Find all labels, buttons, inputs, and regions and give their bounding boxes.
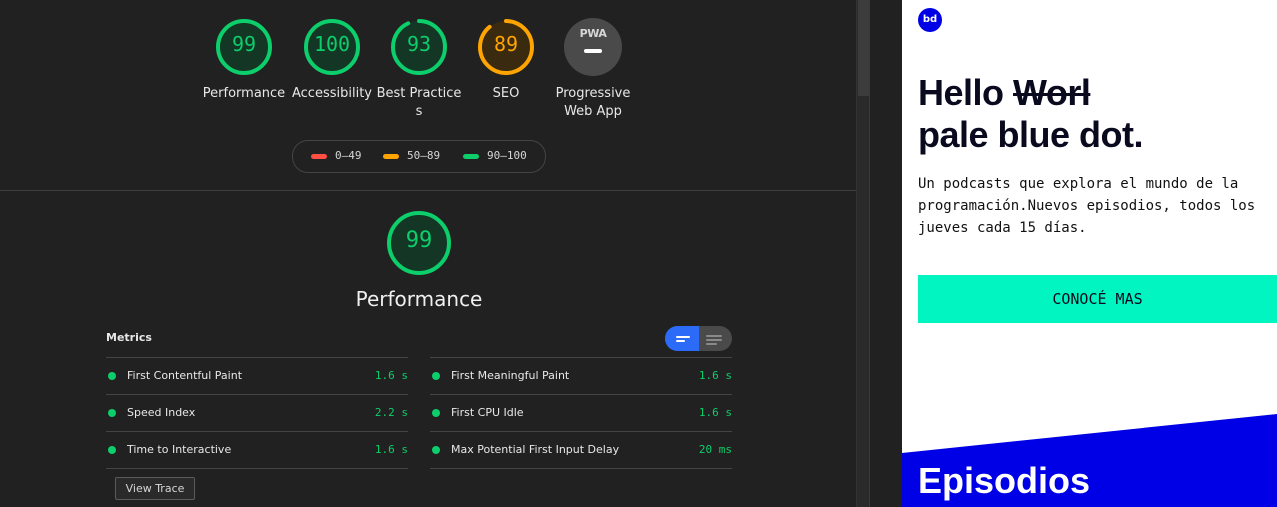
gauge-label: Accessibility — [292, 86, 372, 101]
pwa-icon: PWA — [564, 18, 622, 76]
metrics-column-right: First Meaningful Paint 1.6 s First CPU Id… — [430, 357, 732, 469]
gauge-ring: 93 — [390, 18, 448, 76]
gauge-pwa[interactable]: PWA Progressive Web App — [549, 18, 637, 121]
legend-range: 90–100 — [487, 149, 527, 162]
legend-swatch — [383, 153, 399, 159]
gauge-seo[interactable]: 89 SEO — [462, 18, 550, 103]
episodes-background — [902, 414, 1277, 507]
pwa-badge-text: PWA — [579, 27, 607, 40]
metrics-heading: Metrics — [106, 331, 152, 344]
gauge-score: 100 — [313, 32, 351, 56]
gauge-ring: 99 — [215, 18, 273, 76]
legend-swatch — [463, 153, 479, 159]
performance-gauge: 99 — [386, 210, 452, 276]
legend-range: 0–49 — [335, 149, 362, 162]
view-trace-button[interactable]: View Trace — [115, 477, 195, 500]
gauge-score: 99 — [231, 32, 257, 56]
site-preview: bd Hello Worl pale blue dot. Un podcasts… — [902, 0, 1277, 507]
pass-dot-icon — [108, 372, 116, 380]
legend-range: 50–89 — [407, 149, 441, 162]
metric-time-to-interactive: Time to Interactive 1.6 s — [106, 431, 408, 468]
metrics-column-left: First Contentful Paint 1.6 s Speed Index 2… — [106, 357, 408, 469]
metric-name: Max Potential First Input Delay — [451, 443, 620, 456]
metric-value: 1.6 s — [698, 369, 732, 382]
panel-divider[interactable] — [869, 0, 903, 507]
compact-view-icon — [676, 336, 690, 338]
metric-max-potential-fid: Max Potential First Input Delay 20 ms — [430, 431, 732, 468]
metric-value: 20 ms — [698, 443, 732, 456]
section-divider — [0, 190, 856, 191]
episodes-heading: Episodios — [918, 460, 1091, 501]
pass-dot-icon — [432, 446, 440, 454]
metric-name: First CPU Idle — [451, 406, 524, 419]
legend-item-fail: 0–49 — [311, 149, 362, 163]
pwa-ring: PWA — [564, 18, 622, 76]
metric-speed-index: Speed Index 2.2 s — [106, 394, 408, 431]
expanded-view-icon — [706, 343, 717, 345]
metric-name: First Contentful Paint — [127, 369, 243, 382]
score-legend: 0–49 50–89 90–100 — [292, 140, 546, 173]
pass-dot-icon — [432, 372, 440, 380]
gauge-label: Best Practices — [376, 86, 462, 119]
metric-value: 1.6 s — [698, 406, 732, 419]
gauge-ring: 89 — [477, 18, 535, 76]
score-gauges: 99 Performance 100 Accessibility 93 Best… — [200, 18, 640, 122]
metric-first-cpu-idle: First CPU Idle 1.6 s — [430, 394, 732, 431]
metrics-end-line — [430, 468, 732, 469]
gauge-score: 93 — [406, 32, 432, 56]
gauge-best-practices[interactable]: 93 Best Practices — [375, 18, 463, 121]
metric-name: Speed Index — [127, 406, 196, 419]
metrics-view-toggle[interactable] — [665, 326, 732, 351]
scrollbar-thumb[interactable] — [858, 0, 869, 96]
gauge-performance[interactable]: 99 Performance — [200, 18, 288, 103]
gauge-label: Performance — [202, 86, 286, 101]
expanded-view-icon — [706, 339, 722, 341]
toggle-compact-view[interactable] — [665, 326, 699, 351]
pass-dot-icon — [108, 446, 116, 454]
pwa-dash — [584, 49, 602, 53]
metrics-end-line — [106, 468, 408, 469]
performance-score: 99 — [405, 228, 433, 253]
expanded-view-icon — [706, 335, 722, 337]
legend-swatch — [311, 153, 327, 159]
metric-name: Time to Interactive — [127, 443, 232, 456]
gauge-label: Progressive Web App — [555, 86, 631, 119]
metric-name: First Meaningful Paint — [451, 369, 570, 382]
lighthouse-report: 99 Performance 100 Accessibility 93 Best… — [0, 0, 856, 507]
metric-first-contentful-paint: First Contentful Paint 1.6 s — [106, 357, 408, 394]
legend-item-pass: 90–100 — [463, 149, 527, 163]
metric-first-meaningful-paint: First Meaningful Paint 1.6 s — [430, 357, 732, 394]
performance-title: Performance — [355, 287, 483, 311]
gauge-score: 89 — [493, 32, 519, 56]
gauge-ring: 100 — [303, 18, 361, 76]
metric-value: 1.6 s — [374, 369, 408, 382]
legend-item-average: 50–89 — [383, 149, 440, 163]
report-scrollbar[interactable] — [856, 0, 870, 507]
gauge-label: SEO — [492, 86, 520, 101]
compact-view-icon — [676, 340, 685, 342]
gauge-accessibility[interactable]: 100 Accessibility — [288, 18, 376, 103]
pass-dot-icon — [432, 409, 440, 417]
pass-dot-icon — [108, 409, 116, 417]
metric-value: 2.2 s — [374, 406, 408, 419]
metric-value: 1.6 s — [374, 443, 408, 456]
